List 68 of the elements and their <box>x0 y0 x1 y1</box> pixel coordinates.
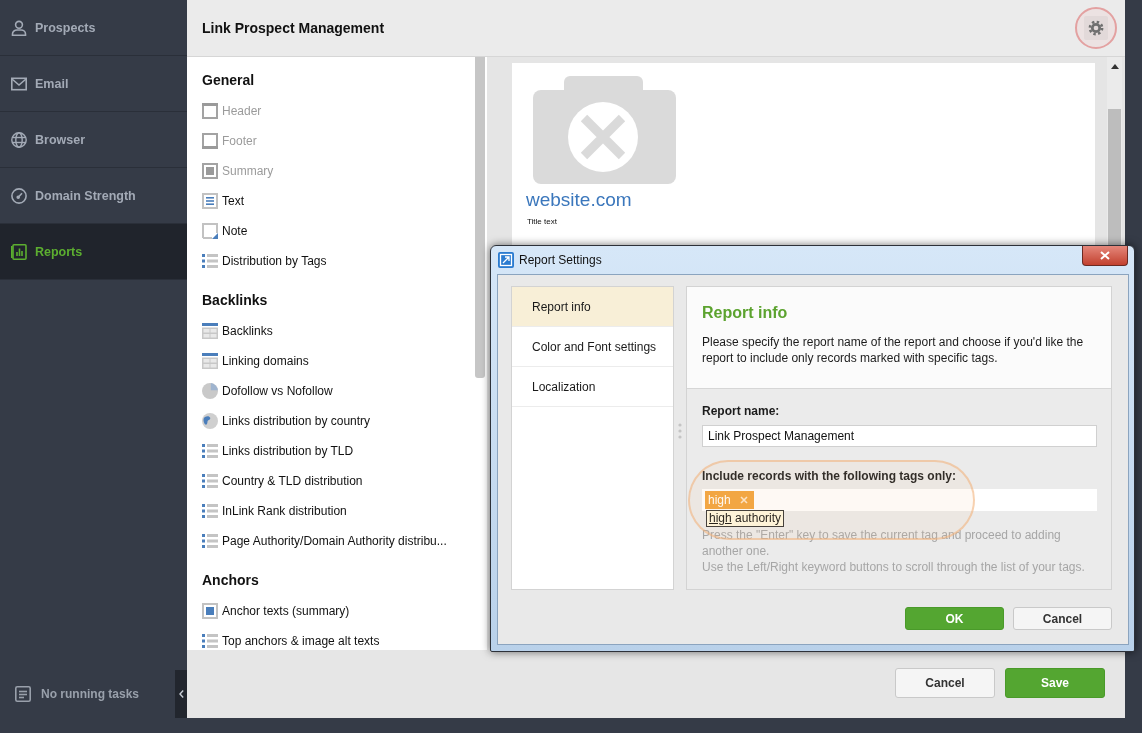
element-item[interactable]: Links distribution by country <box>202 412 371 430</box>
section-title: Report info <box>702 303 788 323</box>
element-item[interactable]: Dofollow vs Nofollow <box>202 382 333 400</box>
gauge-icon <box>11 187 27 204</box>
filled-square-icon <box>202 163 218 179</box>
element-item[interactable]: Note <box>202 222 248 240</box>
chevron-left-icon <box>178 690 184 698</box>
table-icon <box>202 353 218 369</box>
footer-layout-icon <box>202 133 218 149</box>
settings-icon <box>1088 20 1104 36</box>
document-icon <box>15 686 31 702</box>
list-icon <box>202 473 218 489</box>
nav-item[interactable]: Color and Font settings <box>512 327 673 367</box>
pie-chart-icon <box>202 383 218 399</box>
drag-handle-icon[interactable] <box>678 423 682 439</box>
list-icon <box>202 533 218 549</box>
element-item[interactable]: Text <box>202 192 244 210</box>
note-icon <box>202 223 218 239</box>
element-item[interactable]: Linking domains <box>202 352 309 370</box>
collapse-sidebar-button[interactable] <box>175 670 187 718</box>
element-item[interactable]: Top anchors & image alt texts <box>202 632 380 650</box>
scrollbar-thumb[interactable] <box>475 57 485 378</box>
hint-text: Use the Left/Right keyword buttons to scroll through the list of your tags. <box>702 559 1086 575</box>
list-icon <box>202 633 218 649</box>
close-icon <box>1100 251 1110 260</box>
cancel-button[interactable]: Cancel <box>895 668 995 698</box>
cancel-button[interactable]: Cancel <box>1013 607 1112 630</box>
nav-item[interactable]: Localization <box>512 367 673 407</box>
close-button[interactable] <box>1082 246 1128 266</box>
report-name-input[interactable]: Link Prospect Management <box>702 425 1097 447</box>
element-item[interactable]: InLink Rank distribution <box>202 502 347 520</box>
field-label: Include records with the following tags only: <box>702 468 956 484</box>
element-item[interactable]: Anchor texts (summary) <box>202 602 350 620</box>
element-item[interactable]: Distribution by Tags <box>202 252 327 270</box>
person-icon <box>11 19 27 36</box>
envelope-icon <box>11 75 27 92</box>
hint-text: Press the "Enter" key to save the current tag and proceed to adding another one. <box>702 527 1062 559</box>
table-icon <box>202 323 218 339</box>
element-item[interactable]: Backlinks <box>202 322 273 340</box>
window-icon <box>498 252 514 268</box>
sidebar-item[interactable]: Reports <box>0 224 187 280</box>
page-title: Link Prospect Management <box>202 20 385 36</box>
camera-cross-icon <box>533 76 676 184</box>
scroll-up-icon[interactable] <box>1110 64 1119 69</box>
running-tasks-button[interactable]: No running tasks <box>0 686 139 702</box>
field-label: Report name: <box>702 403 780 419</box>
element-item[interactable]: Country & TLD distribution <box>202 472 363 490</box>
section-heading: Backlinks <box>202 291 268 310</box>
section-heading: Anchors <box>202 571 259 590</box>
site-name: website.com <box>526 189 632 211</box>
report-chart-icon <box>11 243 27 260</box>
title-text: Title text <box>527 217 557 227</box>
description-text: Please specify the report name of the report and choose if you'd like the report to include only records marked with specific tags. <box>702 334 1085 366</box>
globe-icon <box>11 131 27 148</box>
header-layout-icon <box>202 103 218 119</box>
globe-icon <box>202 413 218 429</box>
element-item[interactable]: Page Authority/Domain Authority distribu... <box>202 532 447 550</box>
section-heading: General <box>202 71 255 90</box>
text-lines-icon <box>202 193 218 209</box>
list-icon <box>202 503 218 519</box>
settings-button[interactable] <box>1084 16 1108 40</box>
autocomplete-suggestion[interactable]: high authority <box>706 510 785 527</box>
list-icon <box>202 443 218 459</box>
list-icon <box>202 253 218 269</box>
element-item[interactable]: Links distribution by TLD <box>202 442 354 460</box>
filled-square-icon <box>202 603 218 619</box>
nav-item[interactable]: Report info <box>512 287 673 327</box>
dialog-title: Report Settings <box>519 253 602 267</box>
